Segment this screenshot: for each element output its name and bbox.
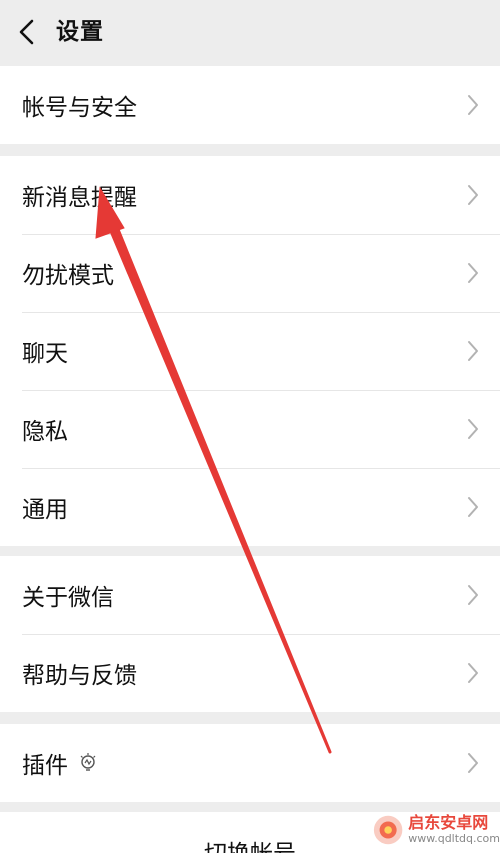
settings-item-privacy[interactable]: 隐私 [0, 390, 500, 468]
chevron-right-icon [468, 497, 478, 517]
settings-group-account: 帐号与安全 [0, 66, 500, 144]
settings-group-plugins: 插件 [0, 724, 500, 802]
settings-item-label: 聊天 [22, 341, 68, 367]
settings-item-account-security[interactable]: 帐号与安全 [0, 66, 500, 144]
settings-item-do-not-disturb[interactable]: 勿扰模式 [0, 234, 500, 312]
chevron-right-icon [468, 585, 478, 605]
settings-item-help-feedback[interactable]: 帮助与反馈 [0, 634, 500, 712]
settings-item-label: 隐私 [22, 419, 68, 445]
settings-item-plugins[interactable]: 插件 [0, 724, 500, 802]
watermark-name: 启东安卓网 [408, 813, 489, 832]
chevron-right-icon [468, 185, 478, 205]
settings-item-label: 关于微信 [22, 585, 114, 611]
settings-item-label: 新消息提醒 [22, 185, 137, 211]
chevron-right-icon [468, 263, 478, 283]
settings-item-chat[interactable]: 聊天 [0, 312, 500, 390]
lightbulb-icon [80, 753, 96, 771]
chevron-right-icon [468, 95, 478, 115]
page-title: 设置 [56, 19, 104, 45]
settings-item-label: 通用 [22, 497, 68, 523]
chevron-right-icon [468, 419, 478, 439]
settings-item-label: 帮助与反馈 [22, 663, 137, 689]
settings-item-about-wechat[interactable]: 关于微信 [0, 556, 500, 634]
chevron-right-icon [468, 341, 478, 361]
settings-group-main: 新消息提醒 勿扰模式 聊天 隐私 通用 [0, 156, 500, 546]
watermark-logo-icon [373, 815, 403, 844]
chevron-left-icon[interactable] [14, 18, 40, 46]
chevron-right-icon [468, 753, 478, 773]
settings-item-label: 插件 [22, 753, 68, 779]
settings-item-label: 帐号与安全 [22, 95, 137, 121]
settings-group-about: 关于微信 帮助与反馈 [0, 556, 500, 712]
chevron-right-icon [468, 663, 478, 683]
watermark-url: www.qdltdq.com [408, 832, 500, 845]
watermark: 启东安卓网 www.qdltdq.com [372, 806, 500, 853]
settings-item-new-message-alerts[interactable]: 新消息提醒 [0, 156, 500, 234]
header: 设置 [0, 0, 500, 65]
settings-item-general[interactable]: 通用 [0, 468, 500, 546]
settings-item-label: 勿扰模式 [22, 263, 114, 289]
